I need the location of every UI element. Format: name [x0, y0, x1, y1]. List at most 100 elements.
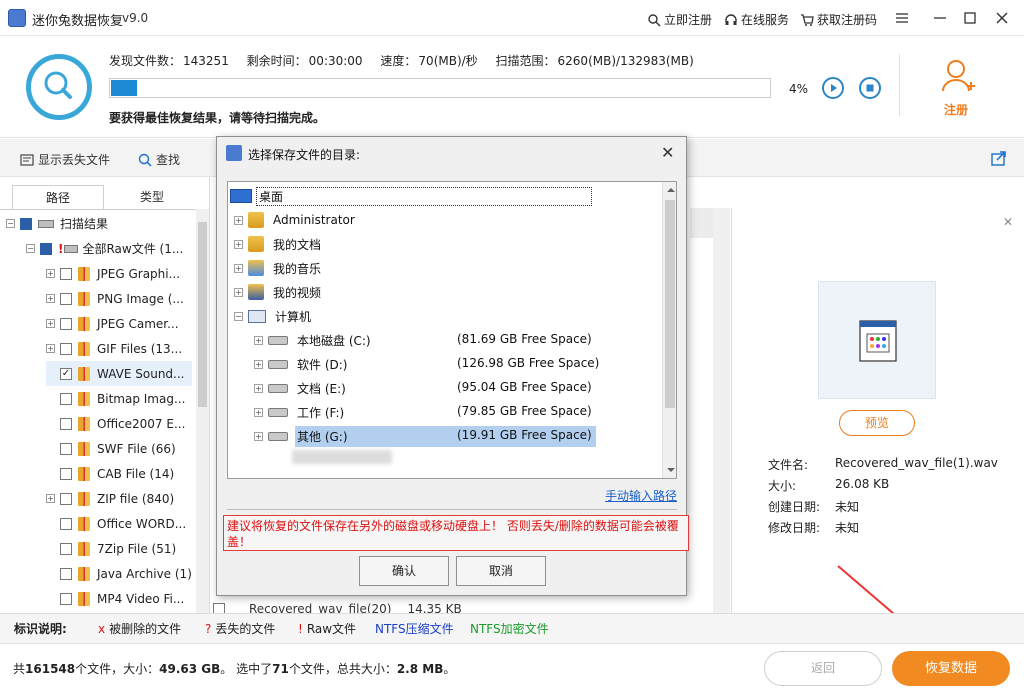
expand-icon[interactable]: +	[46, 494, 55, 503]
checkbox[interactable]	[20, 217, 32, 230]
register-now-link[interactable]: 立即注册	[647, 11, 712, 28]
collapse-icon[interactable]: −	[234, 311, 243, 321]
register-label[interactable]: 注册	[944, 101, 968, 118]
expand-icon[interactable]: +	[254, 431, 263, 441]
tree-row[interactable]: MP4 Video Fi...	[46, 586, 184, 611]
expand-icon[interactable]: +	[254, 335, 263, 345]
scroll-down-icon[interactable]	[664, 465, 677, 475]
close-button[interactable]	[990, 6, 1014, 30]
checkbox[interactable]	[60, 342, 72, 355]
folder-row[interactable]: + 软件 (D:) (126.98 GB Free Space)	[254, 352, 603, 376]
online-service-link[interactable]: 在线服务	[724, 11, 789, 28]
collapse-icon[interactable]: −	[6, 219, 15, 228]
search-button[interactable]: 查找	[138, 151, 180, 168]
register-user-icon[interactable]	[940, 58, 976, 101]
folder-row[interactable]: + 我的文档	[234, 232, 437, 256]
legend-item-lost: ? 丢失的文件	[205, 620, 275, 637]
tree-row[interactable]: Office2007 E...	[46, 411, 185, 436]
expand-icon[interactable]: +	[254, 407, 263, 417]
tree-row[interactable]: 7Zip File (51)	[46, 536, 176, 561]
cancel-button[interactable]: 取消	[456, 556, 546, 586]
tree-row[interactable]: − 扫描结果	[6, 211, 108, 236]
drive-icon	[268, 383, 288, 393]
get-code-link[interactable]: 获取注册码	[800, 11, 877, 28]
info-value-filename: Recovered_wav_file(1).wav	[835, 456, 998, 470]
confirm-button[interactable]: 确认	[359, 556, 449, 586]
tree-label: MP4 Video Fi...	[97, 591, 185, 606]
free-space: (95.04 GB Free Space)	[457, 379, 592, 394]
tree-row[interactable]: + JPEG Camer...	[46, 311, 179, 336]
expand-icon[interactable]: +	[46, 319, 55, 328]
checkbox[interactable]	[60, 292, 72, 305]
checkbox[interactable]	[60, 317, 72, 330]
checkbox[interactable]	[60, 492, 72, 505]
expand-icon[interactable]: +	[46, 294, 55, 303]
folder-row[interactable]: + 我的视频	[234, 280, 437, 304]
tree-row[interactable]: + PNG Image (...	[46, 286, 184, 311]
tab-type[interactable]: 类型	[104, 185, 200, 209]
manual-path-link[interactable]: 手动输入路径	[605, 487, 677, 504]
tree-row[interactable]: ✓ WAVE Sound...	[46, 361, 192, 386]
expand-icon[interactable]: +	[46, 269, 55, 278]
checkbox[interactable]	[60, 517, 72, 530]
checkbox[interactable]	[60, 442, 72, 455]
checkbox[interactable]	[60, 592, 72, 605]
tab-path[interactable]: 路径	[12, 185, 104, 209]
tree-row[interactable]: CAB File (14)	[46, 461, 174, 486]
checkbox[interactable]	[60, 567, 72, 580]
tree-row[interactable]: Bitmap Imag...	[46, 386, 185, 411]
tree-row[interactable]: + JPEG Graphi...	[46, 261, 180, 286]
folder-row[interactable]: − 计算机	[234, 304, 439, 328]
menu-button[interactable]	[890, 6, 914, 30]
resume-button[interactable]	[822, 77, 844, 99]
tree-row[interactable]: + ZIP file (840)	[46, 486, 174, 511]
checkbox[interactable]	[60, 267, 72, 280]
info-value-modified: 未知	[835, 521, 860, 535]
folder-row[interactable]: + 我的音乐	[234, 256, 437, 280]
checkbox[interactable]	[40, 242, 52, 255]
folder-row-desktop[interactable]: 桌面	[230, 184, 592, 208]
folder-row[interactable]: + 文档 (E:) (95.04 GB Free Space)	[254, 376, 596, 400]
show-lost-files-button[interactable]: 显示丢失文件	[20, 151, 110, 168]
folder-row[interactable]: + 本地磁盘 (C:) (81.69 GB Free Space)	[254, 328, 596, 352]
tree-row[interactable]: Java Archive (1)	[46, 561, 192, 586]
minimize-button[interactable]	[928, 6, 952, 30]
stop-button[interactable]	[859, 77, 881, 99]
tree-row[interactable]: + GIF Files (13...	[46, 336, 182, 361]
tree-row[interactable]: Office WORD...	[46, 511, 186, 536]
recover-data-button[interactable]: 恢复数据	[892, 651, 1010, 686]
back-button[interactable]: 返回	[764, 651, 882, 686]
tree-row[interactable]: SWF File (66)	[46, 436, 176, 461]
found-label: 发现文件数：	[109, 54, 182, 68]
collapse-icon[interactable]: −	[26, 244, 35, 253]
tree-row[interactable]: − ! 全部Raw文件 (1...	[26, 236, 183, 261]
expand-icon[interactable]: +	[234, 287, 243, 297]
export-button[interactable]	[991, 150, 1007, 169]
folder-row[interactable]: + 工作 (F:) (79.85 GB Free Space)	[254, 400, 596, 424]
total-size: 49.63 GB	[159, 662, 221, 676]
expand-icon[interactable]: +	[234, 215, 243, 225]
list-scrollbar[interactable]	[713, 208, 730, 613]
dialog-close-icon[interactable]: ✕	[661, 143, 674, 162]
scroll-up-icon[interactable]	[664, 185, 677, 195]
checkbox[interactable]	[60, 542, 72, 555]
close-preview-icon[interactable]: ✕	[1003, 215, 1013, 229]
expand-icon[interactable]: +	[254, 383, 263, 393]
checkbox[interactable]	[60, 392, 72, 405]
left-scrollbar-thumb[interactable]	[198, 222, 207, 407]
preview-button[interactable]: 预览	[839, 410, 915, 436]
checkbox[interactable]: ✓	[60, 367, 72, 380]
checkbox[interactable]	[60, 417, 72, 430]
user-folder-icon	[248, 212, 264, 228]
folder-tree-scrollbar-thumb[interactable]	[665, 200, 675, 408]
expand-icon[interactable]: +	[46, 344, 55, 353]
maximize-icon	[964, 12, 976, 24]
range-value: 6260(MB)/132983(MB)	[557, 54, 694, 68]
folder-row[interactable]: + 其他 (G:) (19.91 GB Free Space)	[254, 424, 596, 448]
maximize-button[interactable]	[958, 6, 982, 30]
expand-icon[interactable]: +	[254, 359, 263, 369]
checkbox[interactable]	[60, 467, 72, 480]
expand-icon[interactable]: +	[234, 239, 243, 249]
folder-row[interactable]: + Administrator	[234, 208, 437, 232]
expand-icon[interactable]: +	[234, 263, 243, 273]
